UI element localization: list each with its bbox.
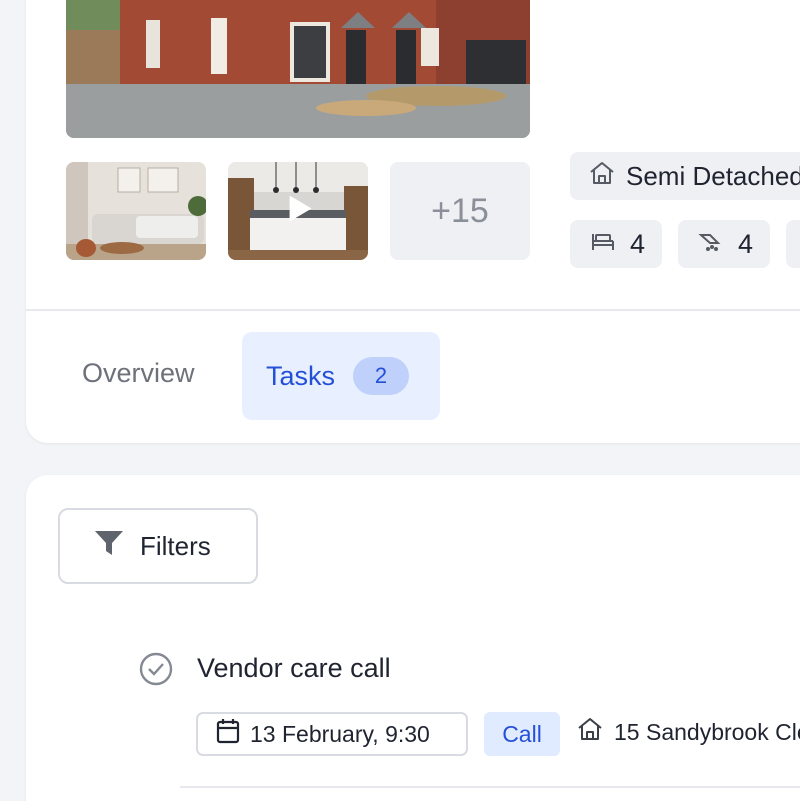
property-main-photo[interactable] [66,0,530,138]
bedrooms-count: 4 [630,228,646,259]
bedrooms-chip: 4 [570,220,662,268]
living-room-thumbnail[interactable] [66,162,206,260]
bed-icon [590,229,616,260]
house-icon [576,716,604,748]
tab-tasks[interactable]: Tasks 2 [242,332,440,420]
property-type-chip: Semi Detached [570,152,800,200]
house-icon [588,160,616,193]
task-type-badge: Call [484,712,560,756]
more-photos-button[interactable]: +15 [390,162,530,260]
divider [180,786,800,788]
tasks-count-badge: 2 [353,357,410,395]
property-stat-chip [786,220,800,268]
check-circle-icon[interactable] [138,651,174,692]
shower-icon [698,229,724,260]
filter-icon [94,529,124,564]
filters-label: Filters [140,530,211,561]
bathrooms-chip: 4 [678,220,770,268]
task-date-chip: 13 February, 9:30 [196,712,468,756]
property-type-label: Semi Detached [626,160,800,191]
divider [26,309,800,311]
tab-overview-label: Overview [82,358,195,388]
kitchen-video-thumbnail[interactable] [228,162,368,260]
task-date: 13 February, 9:30 [250,720,430,747]
task-address: 15 Sandybrook Close [576,716,800,748]
more-photos-count: +15 [431,191,489,230]
tab-overview[interactable]: Overview [82,358,195,389]
filters-button[interactable]: Filters [58,508,258,584]
calendar-icon [216,718,240,750]
tab-tasks-label: Tasks [266,360,336,391]
task-address-label: 15 Sandybrook Close [614,718,800,745]
task-title[interactable]: Vendor care call [197,653,391,684]
play-icon[interactable] [288,194,314,229]
bathrooms-count: 4 [738,228,754,259]
